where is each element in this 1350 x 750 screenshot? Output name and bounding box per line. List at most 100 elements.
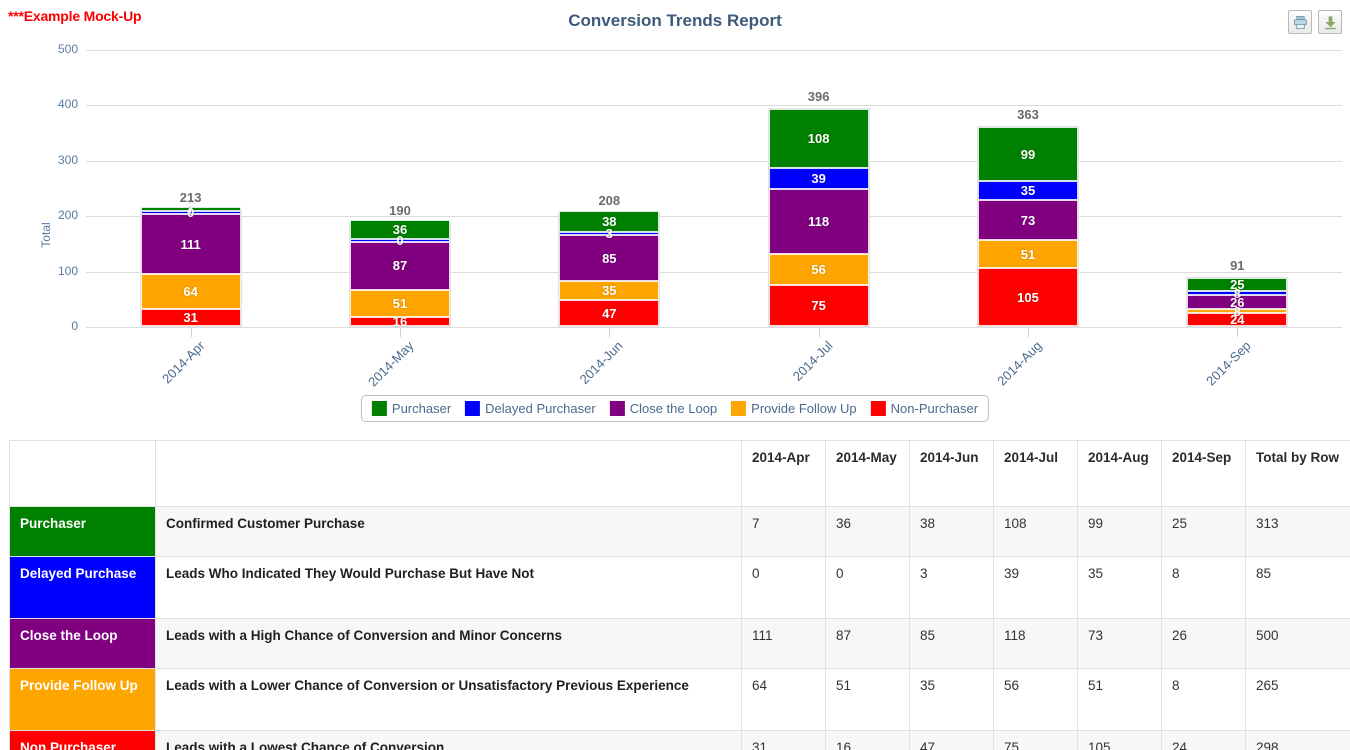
bar-segment-non-purchaser[interactable]: 75 bbox=[768, 284, 869, 326]
bar-segment-value: 31 bbox=[183, 310, 198, 326]
bar-segment-close-the-loop[interactable]: 111 bbox=[140, 213, 241, 275]
x-axis-label-2014-jun: 2014-Jun bbox=[576, 338, 626, 387]
cell-2014-apr: 64 bbox=[741, 668, 826, 731]
x-tick-2014-sep bbox=[1237, 328, 1239, 337]
bar-segment-provide-follow-up[interactable]: 51 bbox=[977, 240, 1078, 269]
table-header-row: 2014-Apr 2014-May 2014-Jun 2014-Jul 2014… bbox=[9, 440, 1350, 507]
bar-segment-close-the-loop[interactable]: 85 bbox=[559, 235, 660, 282]
bar-segment-value: 35 bbox=[1020, 183, 1036, 199]
cell-2014-jul: 75 bbox=[993, 730, 1078, 750]
stacked-bar[interactable]: 24 8 26 8 25 bbox=[1186, 276, 1289, 327]
legend-swatch bbox=[609, 401, 625, 416]
header-2014-apr: 2014-Apr bbox=[741, 440, 826, 507]
x-tick-2014-apr bbox=[190, 328, 192, 337]
legend-item-delayed-purchaser[interactable]: Delayed Purchaser bbox=[465, 401, 596, 416]
header-2014-jun: 2014-Jun bbox=[909, 440, 994, 507]
cell-2014-may: 16 bbox=[825, 730, 910, 750]
y-tick-label-400: 400 bbox=[57, 97, 78, 112]
cell-total-by-row: 500 bbox=[1245, 618, 1350, 669]
header-description-blank bbox=[155, 440, 742, 507]
cell-2014-apr: 0 bbox=[741, 556, 826, 619]
bar-segment-purchaser[interactable]: 38 bbox=[559, 211, 660, 233]
row-category-label: Delayed Purchase bbox=[9, 556, 156, 619]
bar-segment-delayed-purchaser[interactable]: 3 bbox=[559, 226, 660, 241]
header-2014-sep: 2014-Sep bbox=[1161, 440, 1246, 507]
cell-total-by-row: 265 bbox=[1245, 668, 1350, 731]
bar-total-label: 213 bbox=[179, 190, 202, 205]
bar-segment-value: 38 bbox=[602, 214, 617, 230]
legend-item-non-purchaser[interactable]: Non-Purchaser bbox=[870, 401, 979, 416]
row-category-label: Close the Loop bbox=[9, 618, 156, 669]
bar-segment-purchaser[interactable]: 7 bbox=[140, 201, 241, 216]
bar-segment-value: 64 bbox=[183, 284, 198, 300]
stacked-bar[interactable]: 75 56 118 39 108 bbox=[767, 107, 870, 327]
bar-segment-delayed-purchaser[interactable]: 39 bbox=[768, 167, 869, 190]
bar-segment-value: 85 bbox=[602, 250, 617, 266]
bar-group-2014-jul: 75 56 118 39 108 396 bbox=[714, 50, 923, 327]
bar-segment-non-purchaser[interactable]: 105 bbox=[977, 268, 1078, 326]
cell-2014-aug: 51 bbox=[1077, 668, 1162, 731]
cell-total-by-row: 85 bbox=[1245, 556, 1350, 619]
cell-2014-apr: 111 bbox=[741, 618, 826, 669]
bar-segment-close-the-loop[interactable]: 87 bbox=[349, 242, 450, 290]
row-category-label: Purchaser bbox=[9, 506, 156, 557]
stacked-bar[interactable]: 105 51 73 35 99 bbox=[976, 125, 1079, 327]
legend-label: Non-Purchaser bbox=[890, 401, 979, 416]
cell-2014-sep: 26 bbox=[1161, 618, 1246, 669]
bar-segment-purchaser[interactable]: 99 bbox=[977, 126, 1078, 182]
bar-segment-non-purchaser[interactable]: 16 bbox=[349, 314, 450, 329]
cell-2014-jul: 56 bbox=[993, 668, 1078, 731]
table-row: Purchaser Confirmed Customer Purchase 7 36 3… bbox=[9, 506, 1350, 557]
bar-segment-provide-follow-up[interactable]: 8 bbox=[1187, 304, 1288, 319]
legend-item-close-the-loop[interactable]: Close the Loop bbox=[609, 401, 717, 416]
row-description: Leads Who Indicated They Would Purchase … bbox=[155, 556, 742, 619]
bar-segment-provide-follow-up[interactable]: 35 bbox=[559, 281, 660, 301]
bar-total-label: 396 bbox=[807, 88, 830, 104]
bar-segment-provide-follow-up[interactable]: 64 bbox=[140, 274, 241, 310]
cell-2014-sep: 8 bbox=[1161, 556, 1246, 619]
bar-total-label: 208 bbox=[598, 192, 621, 208]
download-icon[interactable] bbox=[1318, 10, 1342, 34]
bar-segment-purchaser[interactable]: 108 bbox=[768, 108, 869, 168]
bar-group-2014-jun: 47 35 85 3 38 208 bbox=[505, 50, 714, 327]
bar-segment-close-the-loop[interactable]: 118 bbox=[768, 189, 869, 255]
bar-group-2014-may: 16 51 87 0 36 190 bbox=[295, 50, 504, 329]
stacked-bar[interactable]: 16 51 87 0 36 bbox=[348, 219, 451, 329]
legend-item-provide-follow-up[interactable]: Provide Follow Up bbox=[731, 401, 857, 416]
bar-segment-provide-follow-up[interactable]: 56 bbox=[768, 254, 869, 285]
bar-segment-delayed-purchaser[interactable]: 35 bbox=[977, 181, 1078, 201]
bar-segment-value: 105 bbox=[1017, 289, 1039, 305]
legend-item-purchaser[interactable]: Purchaser bbox=[371, 401, 451, 416]
bar-segment-purchaser[interactable]: 25 bbox=[1187, 277, 1288, 292]
y-tick-label-0: 0 bbox=[71, 319, 78, 333]
table-header: 2014-Apr 2014-May 2014-Jun 2014-Jul 2014… bbox=[9, 440, 1350, 507]
table-body: Purchaser Confirmed Customer Purchase 7 36 3… bbox=[9, 506, 1350, 750]
report-table: 2014-Apr 2014-May 2014-Jun 2014-Jul 2014… bbox=[9, 440, 1350, 750]
bar-segment-delayed-purchaser[interactable]: 0 bbox=[349, 233, 450, 248]
bar-segment-value: 99 bbox=[1020, 146, 1036, 162]
bar-segment-value: 56 bbox=[811, 261, 826, 277]
bar-segment-non-purchaser[interactable]: 47 bbox=[559, 300, 660, 326]
x-tick-2014-jun bbox=[609, 328, 611, 337]
stacked-bar[interactable]: 47 35 85 3 38 bbox=[558, 211, 661, 327]
bar-segment-purchaser[interactable]: 36 bbox=[349, 219, 450, 240]
bar-segment-value: 35 bbox=[602, 283, 617, 299]
bar-segment-close-the-loop[interactable]: 73 bbox=[977, 200, 1078, 241]
legend-swatch bbox=[465, 401, 481, 416]
y-tick-label-100: 100 bbox=[57, 263, 78, 278]
bar-segment-value: 108 bbox=[807, 130, 830, 146]
bar-group-2014-apr: 31 64 111 0 7 213 bbox=[86, 50, 295, 327]
print-icon[interactable] bbox=[1288, 10, 1312, 34]
header-2014-aug: 2014-Aug bbox=[1077, 440, 1162, 507]
cell-2014-jul: 39 bbox=[993, 556, 1078, 619]
bar-segment-provide-follow-up[interactable]: 51 bbox=[349, 289, 450, 318]
bar-segment-non-purchaser[interactable]: 31 bbox=[140, 309, 241, 326]
cell-2014-aug: 73 bbox=[1077, 618, 1162, 669]
stacked-bar[interactable]: 31 64 111 0 7 bbox=[139, 201, 242, 327]
legend-label: Provide Follow Up bbox=[751, 401, 857, 416]
row-description: Confirmed Customer Purchase bbox=[155, 506, 742, 557]
chart-plot-area: 31 64 111 0 7 213 16 51 87 0 36 190 47 35 85 3 38 208 75 56… bbox=[86, 50, 1342, 329]
toolbar bbox=[1288, 10, 1342, 34]
x-tick-2014-jul bbox=[818, 328, 820, 337]
legend-swatch bbox=[371, 401, 387, 416]
